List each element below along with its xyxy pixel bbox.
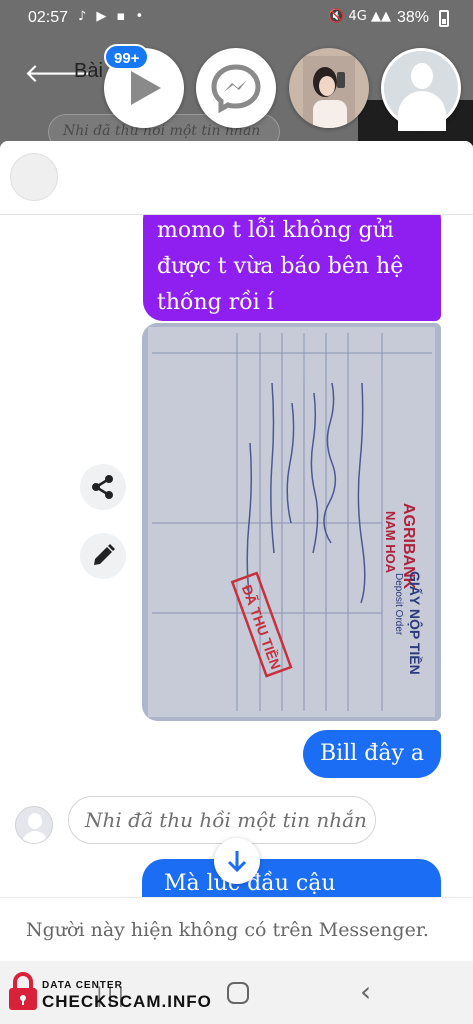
battery-icon — [439, 10, 449, 27]
pencil-icon — [94, 544, 115, 565]
watermark-main-text: CHECKSCAM.INFO — [42, 992, 212, 1011]
status-time: 02:57 — [28, 9, 69, 26]
contact-avatar[interactable] — [10, 153, 58, 201]
chat-head-contact-photo[interactable] — [289, 48, 369, 128]
background-chat-title: Bài — [74, 60, 103, 82]
edit-button[interactable] — [80, 533, 126, 579]
share-button[interactable] — [80, 464, 126, 510]
watermark: DATA CENTER CHECKSCAM.INFO — [4, 964, 211, 1016]
status-bar: 02:57 ♪ ▶ ▪ • 🔇 4G ▲▲ 38% — [0, 0, 473, 38]
contact-photo — [303, 56, 355, 128]
messenger-icon — [211, 64, 261, 114]
chat-panel-header — [0, 141, 473, 215]
chat-head-default-avatar[interactable] — [381, 48, 461, 131]
user-silhouette-icon — [411, 63, 433, 89]
svg-text:GIẤY NỘP TIỀN: GIẤY NỘP TIỀN — [407, 571, 424, 675]
message-bubble-bill[interactable]: Bill đây a — [303, 730, 441, 778]
sender-avatar[interactable] — [15, 806, 53, 844]
unavailable-notice: Người này hiện không có trên Messenger. — [0, 897, 473, 961]
scroll-to-bottom-button[interactable] — [214, 838, 260, 884]
back-icon[interactable]: ‹ — [360, 975, 371, 1008]
chat-panel: momo t lỗi không gửi được t vừa báo bên … — [0, 141, 473, 1024]
share-icon — [92, 475, 113, 499]
photo-message-receipt[interactable]: AGRIBANK NAM HOA GIẤY NỘP TIỀN Deposit O… — [142, 323, 441, 721]
battery-percent: 38% — [396, 9, 429, 26]
message-bubble-sent[interactable]: momo t lỗi không gửi được t vừa báo bên … — [143, 199, 441, 321]
lock-icon — [9, 972, 37, 1010]
signal-icons: 🔇 4G ▲▲ — [328, 9, 391, 24]
recalled-message-notice: Nhi đã thu hồi một tin nhắn — [68, 796, 376, 844]
watermark-top-text: DATA CENTER — [42, 980, 123, 991]
arrow-down-icon — [227, 851, 247, 873]
receipt-photo: AGRIBANK NAM HOA GIẤY NỘP TIỀN Deposit O… — [142, 323, 441, 721]
notification-icons: ♪ ▶ ▪ • — [78, 9, 147, 24]
home-icon[interactable] — [227, 982, 249, 1004]
svg-text:NAM HOA: NAM HOA — [383, 511, 398, 574]
unread-badge: 99+ — [104, 44, 150, 70]
play-icon — [131, 71, 161, 105]
chat-head-messenger[interactable] — [196, 48, 276, 128]
svg-text:Deposit Order: Deposit Order — [393, 573, 404, 636]
